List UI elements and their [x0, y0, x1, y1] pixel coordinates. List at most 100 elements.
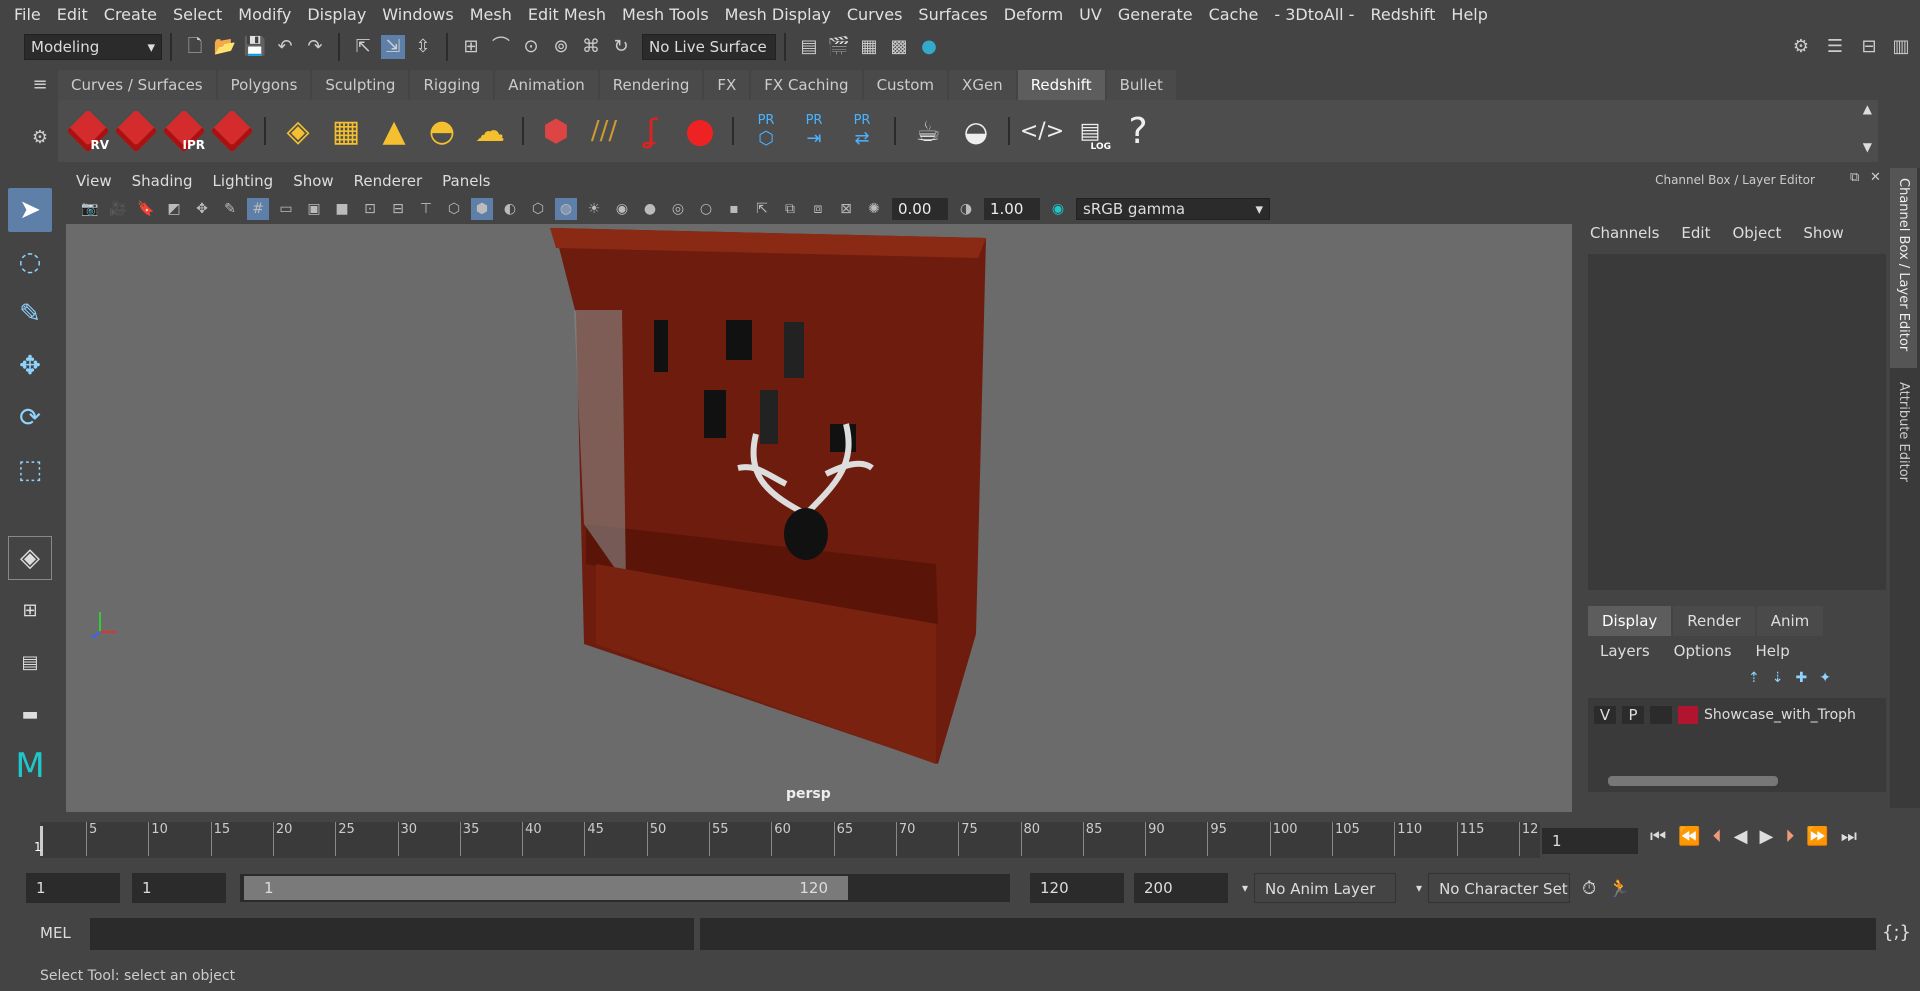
vp-menu-lighting[interactable]: Lighting — [213, 172, 274, 190]
step-forward-icon[interactable]: ⏩ — [1806, 826, 1828, 847]
sidebar-icon[interactable]: ▥ — [1889, 35, 1913, 59]
side-tab-channel-box[interactable]: Channel Box / Layer Editor — [1890, 168, 1917, 368]
mel-input[interactable] — [90, 918, 694, 950]
menu-deform[interactable]: Deform — [996, 5, 1071, 24]
shelf-scroll-down-icon[interactable]: ▼ — [1863, 140, 1872, 154]
pr-cube-button[interactable]: PR ⬡ — [743, 108, 789, 154]
lasso-tool-icon[interactable]: ◌ — [8, 240, 52, 284]
layer-tab-display[interactable]: Display — [1588, 606, 1672, 636]
cb-menu-channels[interactable]: Channels — [1590, 224, 1659, 242]
menu-display[interactable]: Display — [299, 5, 374, 24]
isolate-select-icon[interactable]: ⇱ — [751, 198, 773, 220]
bake-button[interactable]: ☕ — [905, 108, 951, 154]
range-slider[interactable]: 1 120 — [240, 874, 1010, 902]
layer-visibility-toggle[interactable]: V — [1594, 706, 1616, 724]
script-editor-icon[interactable]: {;} — [1882, 922, 1911, 943]
move-tool-icon[interactable]: ✥ — [8, 344, 52, 388]
move-layer-up-icon[interactable]: ⇡ — [1748, 670, 1760, 686]
chevron-down-icon[interactable]: ▾ — [1242, 881, 1248, 895]
rotate-tool-icon[interactable]: ⟳ — [8, 396, 52, 440]
menu-cache[interactable]: Cache — [1201, 5, 1267, 24]
shelf-tab-rigging[interactable]: Rigging — [410, 70, 494, 100]
menu-mesh-display[interactable]: Mesh Display — [717, 5, 839, 24]
save-scene-icon[interactable]: 💾 — [243, 35, 267, 59]
new-scene-icon[interactable]: 🗋 — [183, 35, 207, 59]
character-set-field[interactable]: No Character Set — [1428, 873, 1571, 903]
time-slider[interactable]: 1 5 10 15 20 25 30 35 40 45 50 55 60 65 70 75 80 85 90 95 1… — [34, 822, 1540, 858]
snap-grid-icon[interactable]: ⊞ — [459, 35, 483, 59]
wireframe-icon[interactable]: ⬡ — [443, 198, 465, 220]
workspace-icon[interactable]: ⚙ — [1789, 35, 1813, 59]
vp-menu-shading[interactable]: Shading — [132, 172, 193, 190]
pie-button[interactable]: ◒ — [953, 108, 999, 154]
menu-generate[interactable]: Generate — [1110, 5, 1201, 24]
menu-3dtoall[interactable]: - 3DtoAll - — [1266, 5, 1362, 24]
anim-layer-field[interactable]: No Anim Layer — [1254, 873, 1397, 903]
image-plane-icon[interactable]: ◩ — [163, 198, 185, 220]
snap-point-icon[interactable]: ⊙ — [519, 35, 543, 59]
cb-menu-object[interactable]: Object — [1732, 224, 1781, 242]
chevron-down-icon[interactable]: ▾ — [1416, 881, 1422, 895]
menu-edit[interactable]: Edit — [49, 5, 96, 24]
menu-curves[interactable]: Curves — [839, 5, 911, 24]
go-to-start-icon[interactable]: ⏮ — [1650, 826, 1666, 847]
bookmark-icon[interactable]: 🔖 — [135, 198, 157, 220]
snap-surface-icon[interactable]: ⌘ — [579, 35, 603, 59]
layout-icon[interactable]: ☰ — [1823, 35, 1847, 59]
layer-type-toggle[interactable] — [1650, 706, 1672, 724]
select-component-icon[interactable]: ⇳ — [411, 35, 435, 59]
gamma-field[interactable]: 1.00 — [984, 198, 1040, 220]
help-button[interactable]: ? — [1115, 108, 1161, 154]
graph-layout-icon[interactable]: ▬ — [8, 692, 52, 736]
camera-attr-icon[interactable]: 🎥 — [107, 198, 129, 220]
menu-help[interactable]: Help — [1443, 5, 1495, 24]
cb-menu-show[interactable]: Show — [1803, 224, 1843, 242]
scale-tool-icon[interactable]: ⬚ — [8, 448, 52, 492]
undo-icon[interactable]: ↶ — [273, 35, 297, 59]
sun-sky-button[interactable]: ☁ — [467, 108, 513, 154]
camera-icon[interactable]: 📷 — [79, 198, 101, 220]
redshift-settings-button[interactable] — [209, 108, 255, 154]
single-view-icon[interactable]: ◈ — [8, 536, 52, 580]
range-end-field[interactable]: 120 — [1030, 873, 1124, 903]
shelf-tab-bullet[interactable]: Bullet — [1106, 70, 1176, 100]
portal-light-button[interactable]: ▦ — [323, 108, 369, 154]
script-editor-button[interactable]: </> — [1019, 108, 1065, 154]
vp-menu-renderer[interactable]: Renderer — [354, 172, 422, 190]
open-scene-icon[interactable]: 📂 — [213, 35, 237, 59]
menu-file[interactable]: File — [6, 5, 49, 24]
menu-surfaces[interactable]: Surfaces — [910, 5, 995, 24]
layer-menu-options[interactable]: Options — [1674, 642, 1732, 660]
safe-title-icon[interactable]: ⊤ — [415, 198, 437, 220]
gate-mask-icon[interactable]: ■ — [331, 198, 353, 220]
sphere-button[interactable]: ● — [677, 108, 723, 154]
viewport-3d[interactable]: persp — [66, 224, 1572, 812]
shelf-settings-icon[interactable]: ⚙ — [26, 127, 54, 148]
render-view-icon[interactable]: ▩ — [887, 35, 911, 59]
shadows-icon[interactable]: ☀ — [583, 198, 605, 220]
play-forward-icon[interactable]: ▶ — [1759, 826, 1773, 847]
shelf-tab-curves-surfaces[interactable]: Curves / Surfaces — [58, 70, 216, 100]
hair-button[interactable]: /// — [581, 108, 627, 154]
vp-menu-view[interactable]: View — [76, 172, 112, 190]
end-time-field[interactable]: 200 — [1134, 873, 1228, 903]
menu-mesh-tools[interactable]: Mesh Tools — [614, 5, 717, 24]
ies-light-button[interactable]: ▲ — [371, 108, 417, 154]
step-back-icon[interactable]: ⏪ — [1678, 826, 1700, 847]
field-chart-icon[interactable]: ⊡ — [359, 198, 381, 220]
pr-export-button[interactable]: PR ⇥ — [791, 108, 837, 154]
menu-redshift[interactable]: Redshift — [1362, 5, 1443, 24]
channel-list[interactable] — [1588, 254, 1886, 590]
shelf-tab-rendering[interactable]: Rendering — [599, 70, 703, 100]
redo-icon[interactable]: ↷ — [303, 35, 327, 59]
hypershade-icon[interactable]: ● — [917, 35, 941, 59]
layer-scrollbar[interactable] — [1608, 776, 1778, 786]
resolution-gate-icon[interactable]: ▣ — [303, 198, 325, 220]
float-panel-icon[interactable]: ⧉ — [1850, 170, 1859, 185]
toggle-panel-icon[interactable]: ⊟ — [1857, 35, 1881, 59]
area-light-button[interactable]: ◈ — [275, 108, 321, 154]
xray-joints-icon[interactable]: ⧉ — [779, 198, 801, 220]
volume-button[interactable]: ʆ — [629, 108, 675, 154]
render-settings-icon[interactable]: ▤ — [797, 35, 821, 59]
range-slider-bar[interactable]: 1 120 — [244, 876, 848, 900]
